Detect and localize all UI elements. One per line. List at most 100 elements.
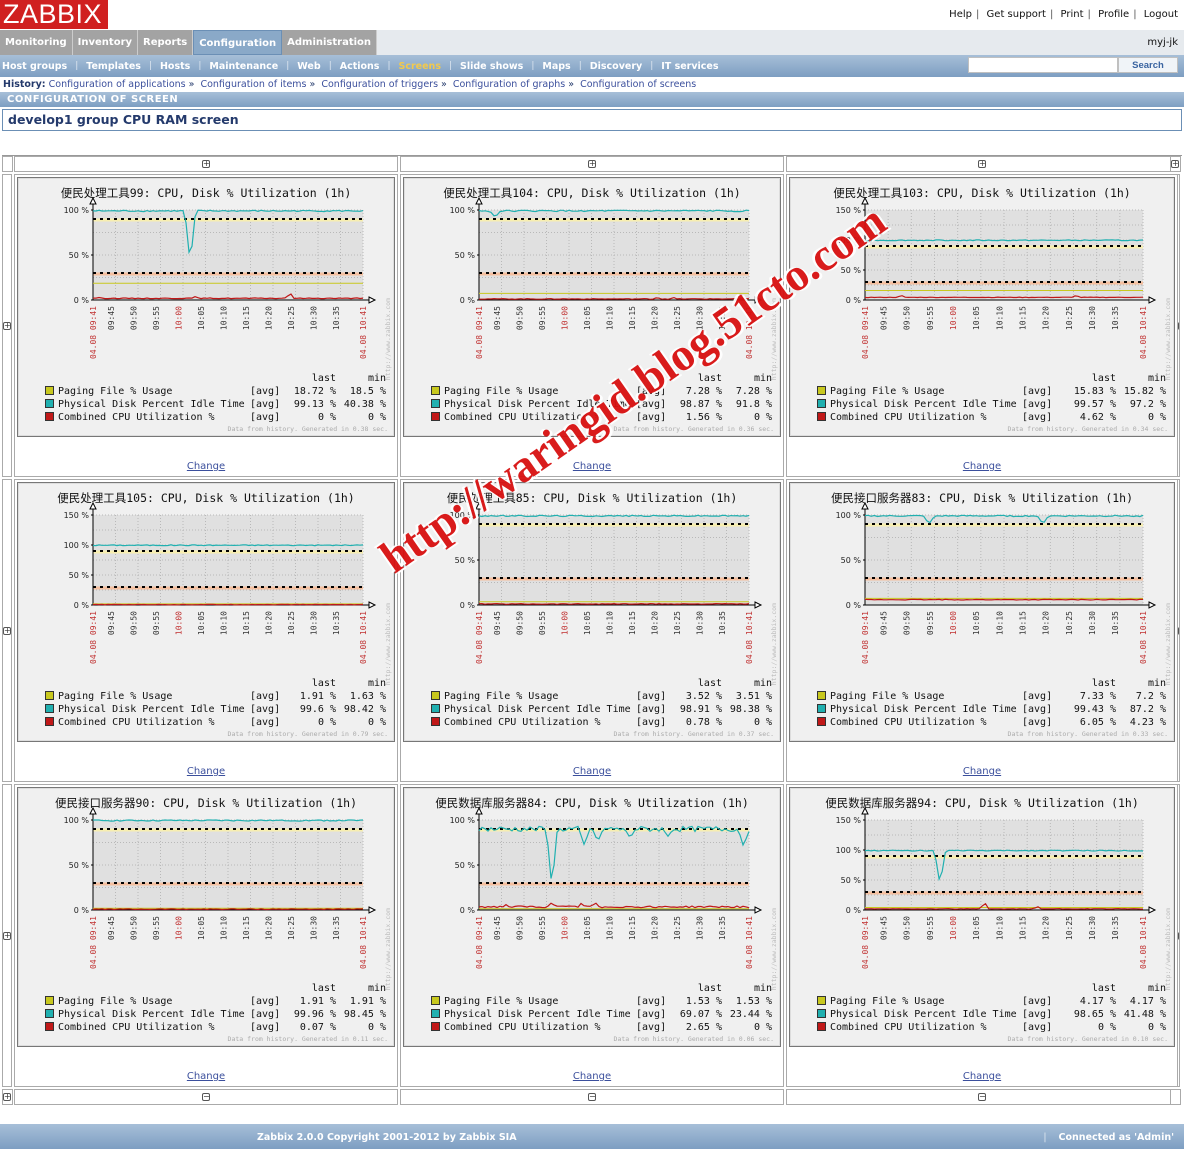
- x-tick-label: 09:50: [516, 916, 525, 940]
- legend-min-value: 1.53 %: [735, 996, 772, 1007]
- add-row-icon[interactable]: +: [3, 321, 11, 330]
- submenu-maintenance[interactable]: Maintenance: [209, 61, 278, 72]
- legend-color-swatch: [817, 717, 826, 726]
- add-column-icon[interactable]: +: [588, 160, 596, 168]
- legend-min-value: 98.45 %: [343, 1009, 386, 1020]
- legend-color-swatch: [45, 691, 54, 700]
- legend-min-value: 0 %: [367, 717, 386, 728]
- submenu-host-groups[interactable]: Host groups: [2, 61, 67, 72]
- x-tick-label: 04.08 09:41: [861, 611, 870, 664]
- y-tick-label: 100 %: [450, 206, 476, 215]
- legend-min-value: 0 %: [1147, 412, 1166, 423]
- graph[interactable]: 便民接口服务器90: CPU, Disk % Utilization (1h) 0…: [17, 787, 395, 1047]
- submenu-actions[interactable]: Actions: [340, 61, 380, 72]
- change-link[interactable]: Change: [401, 461, 783, 472]
- print-link[interactable]: Print: [1061, 9, 1084, 20]
- x-tick-label: 10:30: [310, 916, 319, 940]
- history-item[interactable]: Configuration of graphs: [453, 79, 565, 90]
- x-tick-label: 10:00: [949, 611, 958, 635]
- change-link[interactable]: Change: [787, 1071, 1177, 1082]
- graph[interactable]: 便民处理工具85: CPU, Disk % Utilization (1h) 0 …: [403, 482, 781, 742]
- add-column-icon[interactable]: +: [978, 160, 986, 168]
- menu-tab-monitoring[interactable]: Monitoring: [0, 30, 73, 55]
- legend-min-value: 0 %: [753, 1022, 772, 1033]
- submenu-maps[interactable]: Maps: [542, 61, 570, 72]
- graph[interactable]: 便民数据库服务器84: CPU, Disk % Utilization (1h)…: [403, 787, 781, 1047]
- menu-tab-inventory[interactable]: Inventory: [72, 30, 139, 55]
- legend-series-name: Physical Disk Percent Idle Time: [58, 1009, 245, 1020]
- y-axis-arrow-icon: [475, 501, 483, 510]
- submenu-web[interactable]: Web: [297, 61, 320, 72]
- x-tick-label: 10:20: [265, 306, 274, 330]
- submenu-hosts[interactable]: Hosts: [160, 61, 190, 72]
- x-tick-label: 10:10: [220, 611, 229, 635]
- history-item[interactable]: Configuration of screens: [580, 79, 696, 90]
- search-button[interactable]: Search: [1118, 57, 1178, 73]
- legend-aggregation: [avg]: [1022, 996, 1053, 1007]
- submenu-it-services[interactable]: IT services: [661, 61, 718, 72]
- legend-series-name: Combined CPU Utilization %: [444, 1022, 601, 1033]
- add-column-icon[interactable]: +: [202, 160, 210, 168]
- zabbix-url-watermark: http://www.zabbix.com: [1164, 298, 1172, 381]
- menu-tab-reports[interactable]: Reports: [138, 30, 194, 55]
- generation-info: Data from history. Generated in 0.34 sec…: [1007, 425, 1168, 433]
- graph[interactable]: 便民处理工具99: CPU, Disk % Utilization (1h) 0 …: [17, 177, 395, 437]
- change-link[interactable]: Change: [787, 461, 1177, 472]
- change-link[interactable]: Change: [15, 461, 397, 472]
- graph[interactable]: 便民处理工具105: CPU, Disk % Utilization (1h) 0…: [17, 482, 395, 742]
- legend-aggregation: [avg]: [636, 717, 667, 728]
- legend-aggregation: [avg]: [636, 1022, 667, 1033]
- legend-min-value: 1.63 %: [349, 691, 386, 702]
- history-item[interactable]: Configuration of items: [200, 79, 306, 90]
- legend-item: Physical Disk Percent Idle Time [avg] 98.8…: [431, 398, 772, 411]
- get-support-link[interactable]: Get support: [987, 9, 1046, 20]
- change-link[interactable]: Change: [787, 766, 1177, 777]
- submenu-templates[interactable]: Templates: [86, 61, 141, 72]
- y-tick-label: 100 %: [450, 816, 476, 825]
- x-tick-label: 10:15: [242, 611, 251, 635]
- add-row-icon[interactable]: +: [3, 1093, 11, 1101]
- remove-column-icon[interactable]: −: [202, 1093, 210, 1101]
- legend-last-value: 3.52 %: [685, 691, 722, 702]
- help-link[interactable]: Help: [949, 9, 972, 20]
- y-tick-label: 50 %: [455, 861, 476, 870]
- search-input[interactable]: [968, 57, 1118, 73]
- change-link[interactable]: Change: [401, 1071, 783, 1082]
- zabbix-logo[interactable]: ZABBIX: [0, 0, 108, 29]
- y-tick-label: 100 %: [836, 236, 862, 245]
- x-tick-label: 09:50: [130, 916, 139, 940]
- add-row-icon[interactable]: +: [3, 931, 11, 940]
- x-tick-label: 10:25: [673, 611, 682, 635]
- generation-info: Data from history. Generated in 0.06 sec…: [613, 1035, 774, 1043]
- history-item[interactable]: Configuration of triggers: [321, 79, 438, 90]
- logout-link[interactable]: Logout: [1144, 9, 1178, 20]
- graph[interactable]: 便民接口服务器83: CPU, Disk % Utilization (1h) 0…: [789, 482, 1175, 742]
- menu-tab-administration[interactable]: Administration: [282, 30, 378, 55]
- submenu-slide-shows[interactable]: Slide shows: [460, 61, 523, 72]
- legend-item: Physical Disk Percent Idle Time [avg] 98.9…: [431, 703, 772, 716]
- add-column-icon[interactable]: +: [1171, 160, 1179, 168]
- remove-column-icon[interactable]: −: [588, 1093, 596, 1101]
- legend-last-value: 98.91 %: [679, 704, 722, 715]
- submenu-screens[interactable]: Screens: [399, 61, 441, 72]
- add-row-icon[interactable]: +: [3, 626, 11, 635]
- x-tick-label: 09:55: [926, 306, 935, 330]
- change-link[interactable]: Change: [401, 766, 783, 777]
- submenu-discovery[interactable]: Discovery: [590, 61, 642, 72]
- remove-column-icon[interactable]: −: [978, 1093, 986, 1101]
- x-axis-arrow-icon: [1148, 601, 1157, 609]
- profile-link[interactable]: Profile: [1098, 9, 1129, 20]
- menu-tab-configuration[interactable]: Configuration: [193, 30, 283, 55]
- zabbix-url-watermark: http://www.zabbix.com: [384, 603, 392, 686]
- legend-item: Paging File % Usage [avg] 4.17 % 4.17 %: [817, 995, 1166, 1008]
- graph[interactable]: 便民处理工具104: CPU, Disk % Utilization (1h) 0…: [403, 177, 781, 437]
- change-link[interactable]: Change: [15, 1071, 397, 1082]
- legend-series-name: Paging File % Usage: [830, 386, 945, 397]
- top-links: Help | Get support | Print | Profile | Logou…: [949, 9, 1178, 20]
- graph[interactable]: 便民数据库服务器94: CPU, Disk % Utilization (1h)…: [789, 787, 1175, 1047]
- change-link[interactable]: Change: [15, 766, 397, 777]
- x-tick-label: 09:50: [130, 306, 139, 330]
- history-item[interactable]: Configuration of applications: [49, 79, 186, 90]
- x-axis-arrow-icon: [368, 601, 377, 609]
- graph[interactable]: 便民处理工具103: CPU, Disk % Utilization (1h) 0…: [789, 177, 1175, 437]
